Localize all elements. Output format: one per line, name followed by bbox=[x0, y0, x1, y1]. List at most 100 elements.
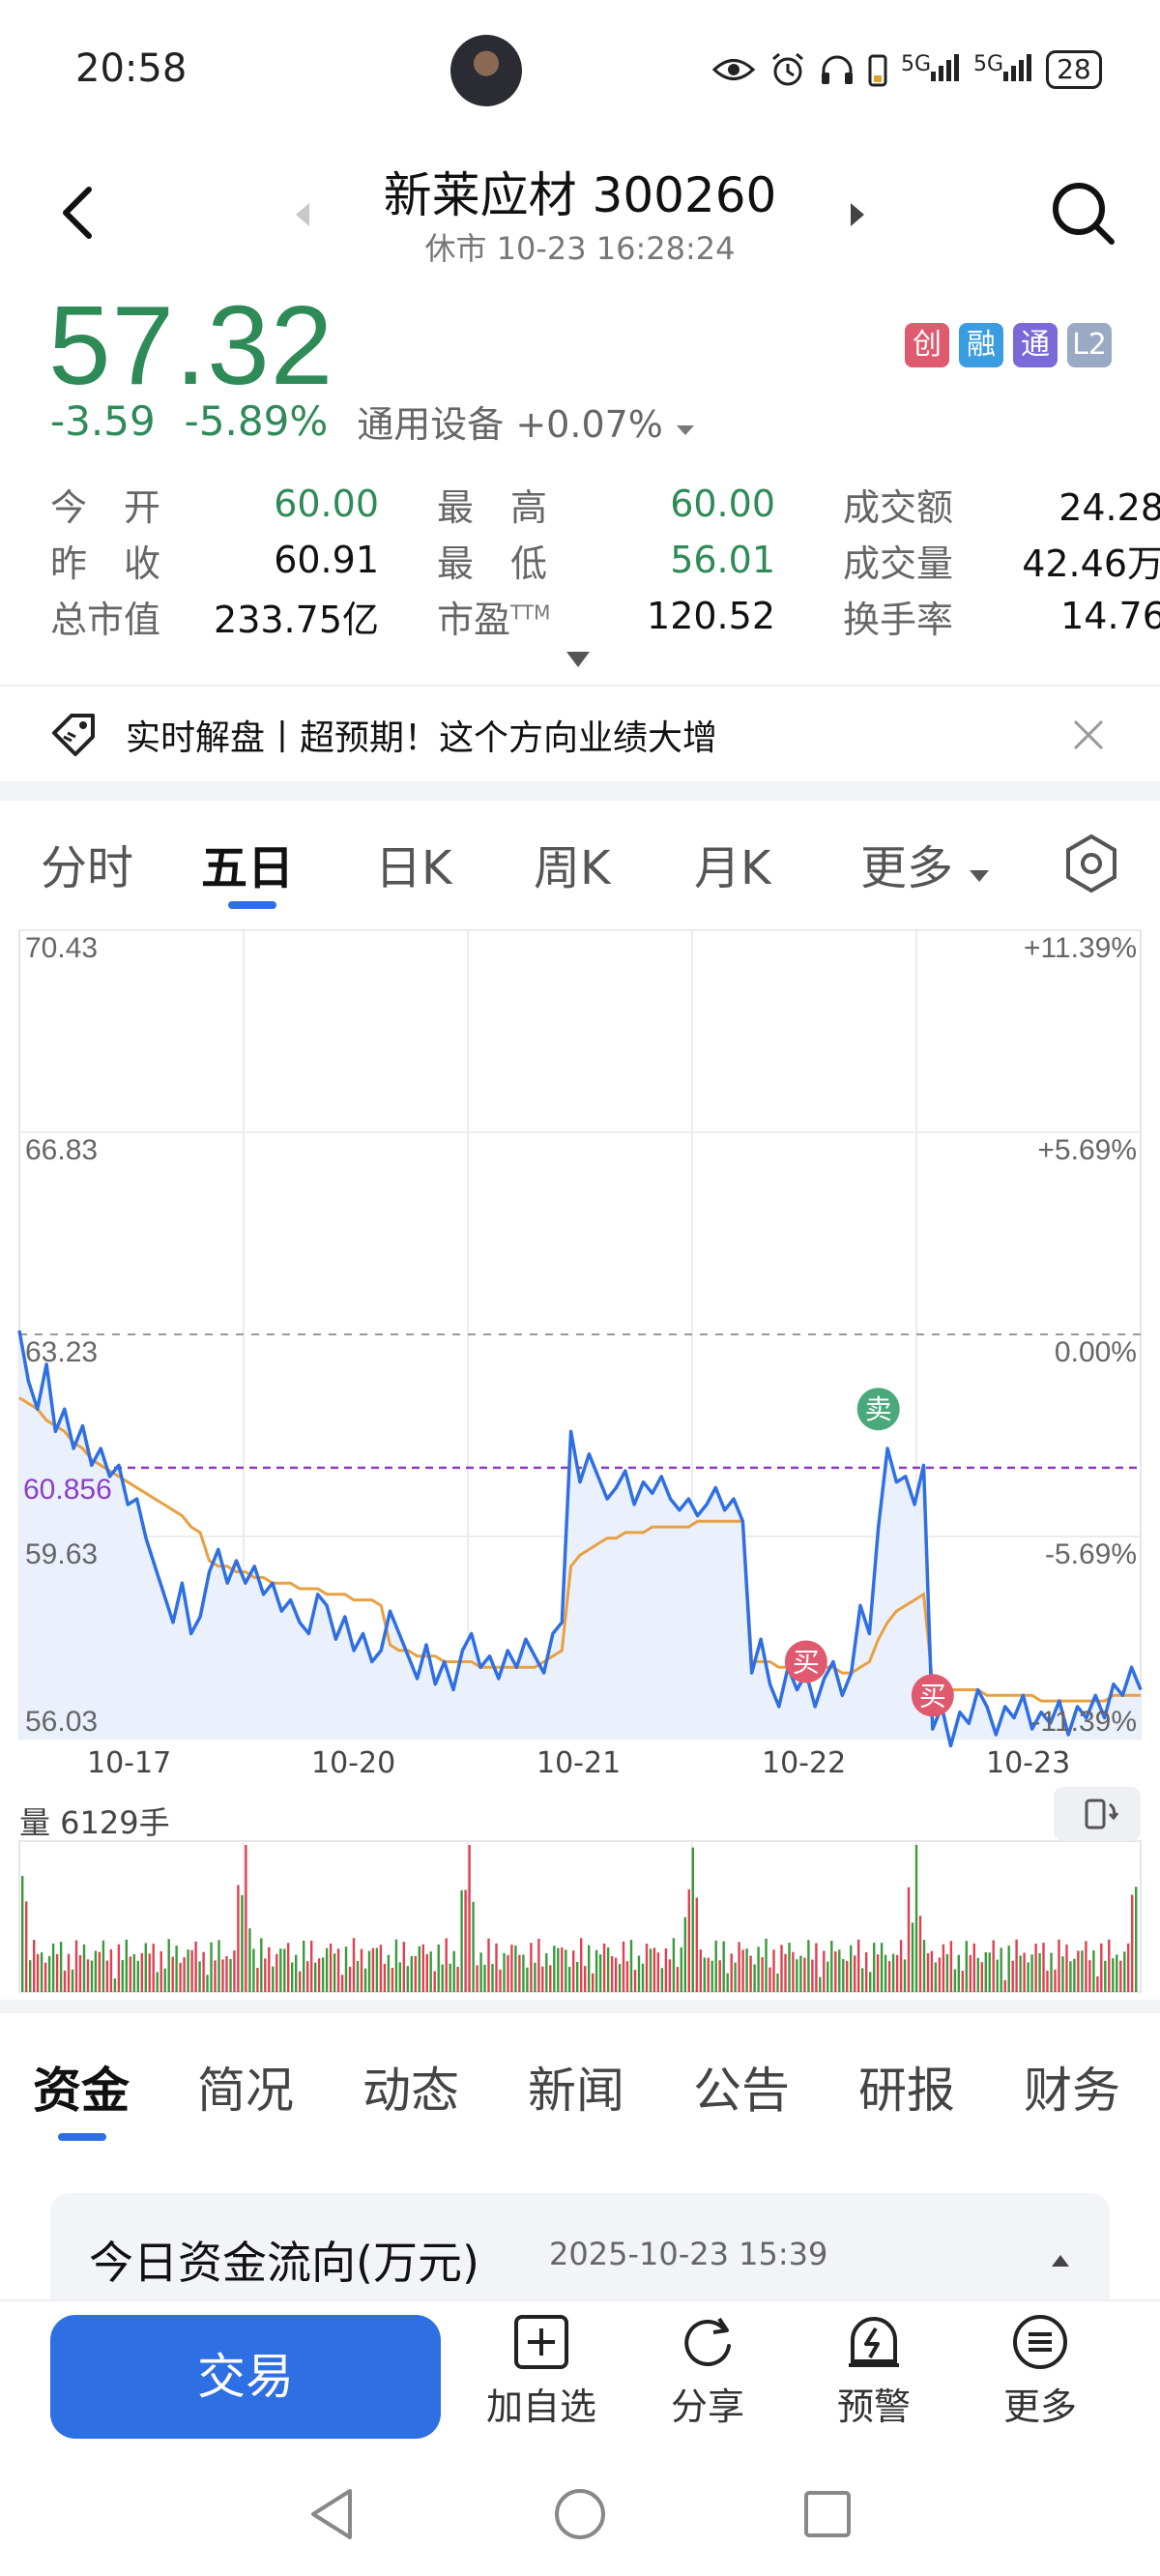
tab-overview[interactable]: 简况 bbox=[197, 2052, 294, 2122]
volume-bar bbox=[25, 1901, 28, 1992]
volume-bar bbox=[672, 1938, 676, 1992]
status-time: 20:58 bbox=[75, 46, 188, 91]
share-button[interactable]: 分享 bbox=[640, 2311, 775, 2430]
tab-research[interactable]: 研报 bbox=[858, 2052, 955, 2122]
volume-bar bbox=[584, 1966, 587, 1992]
volume-bar bbox=[961, 1971, 964, 1992]
nav-recents-icon[interactable] bbox=[802, 2489, 853, 2539]
volume-bar bbox=[421, 1944, 424, 1992]
volume-bar bbox=[229, 1959, 232, 1992]
volume-bar bbox=[121, 1960, 124, 1992]
volume-bar bbox=[714, 1940, 717, 1992]
y-pct-tick-label: -11.39% bbox=[1030, 1706, 1137, 1738]
volume-bar bbox=[557, 1947, 560, 1992]
badge-chuang[interactable]: 创 bbox=[905, 323, 949, 367]
volume-bar bbox=[94, 1950, 98, 1992]
stat-label: 最 高 bbox=[437, 485, 548, 529]
volume-bar bbox=[248, 1928, 251, 1992]
tab-more[interactable]: 更多 bbox=[860, 830, 991, 897]
volume-bar bbox=[1085, 1941, 1088, 1992]
next-stock-icon[interactable] bbox=[843, 195, 872, 234]
more-button[interactable]: 更多 bbox=[972, 2311, 1108, 2430]
volume-bar bbox=[1092, 1950, 1095, 1992]
badge-rong[interactable]: 融 bbox=[959, 323, 1003, 367]
five-day-chart[interactable]: 卖买买70.4366.8363.2359.6356.03+11.39%+5.69… bbox=[0, 919, 1160, 2002]
stock-title: 新莱应材 300260 bbox=[383, 167, 777, 223]
volume-bar bbox=[468, 1845, 471, 1992]
stat-value: 14.76% bbox=[1060, 595, 1160, 637]
volume-bar bbox=[850, 1945, 853, 1992]
volume-bar bbox=[568, 1967, 571, 1992]
y-tick-label: 66.83 bbox=[25, 1134, 98, 1166]
tab-more-label: 更多 bbox=[860, 841, 954, 895]
back-icon[interactable] bbox=[48, 174, 106, 251]
news-banner[interactable]: 实时解盘丨超预期！这个方向业绩大增 bbox=[0, 685, 1160, 781]
volume-bar bbox=[387, 1954, 391, 1992]
volume-bar bbox=[561, 1947, 564, 1992]
nav-home-icon[interactable] bbox=[553, 2487, 607, 2541]
volume-bar bbox=[499, 1969, 502, 1992]
volume-bar bbox=[336, 1948, 340, 1992]
trade-button[interactable]: 交易 bbox=[50, 2315, 441, 2439]
volume-bar bbox=[969, 1954, 972, 1992]
tab-five-day[interactable]: 五日 bbox=[201, 830, 294, 897]
volume-bar bbox=[425, 1953, 428, 1992]
tab-funds[interactable]: 资金 bbox=[33, 2052, 130, 2122]
stat-label: 昨 收 bbox=[50, 542, 161, 585]
tab-announcements[interactable]: 公告 bbox=[693, 2052, 790, 2122]
tab-monthly-k[interactable]: 月K bbox=[694, 830, 770, 897]
system-nav-bar bbox=[0, 2444, 1160, 2576]
close-icon[interactable] bbox=[1071, 717, 1106, 752]
section-gap bbox=[0, 781, 1160, 801]
nav-back-icon[interactable] bbox=[305, 2485, 358, 2543]
volume-bar bbox=[287, 1943, 290, 1992]
volume-bar bbox=[656, 1952, 660, 1992]
alert-button[interactable]: 预警 bbox=[806, 2311, 942, 2430]
volume-bar bbox=[371, 1947, 375, 1992]
volume-bar bbox=[857, 1939, 860, 1992]
volume-bar bbox=[245, 1845, 247, 1992]
chevron-up-icon[interactable] bbox=[1050, 2253, 1071, 2269]
search-icon[interactable] bbox=[1044, 174, 1121, 251]
settings-icon[interactable] bbox=[1063, 834, 1119, 893]
volume-bar bbox=[179, 1962, 182, 1992]
volume-bar bbox=[1069, 1961, 1072, 1992]
volume-bar bbox=[784, 1953, 787, 1992]
volume-bar bbox=[854, 1955, 856, 1992]
add-watchlist-button[interactable]: 加自选 bbox=[474, 2311, 609, 2430]
volume-bar bbox=[757, 1947, 760, 1992]
tab-intraday[interactable]: 分时 bbox=[41, 830, 133, 897]
tab-updates[interactable]: 动态 bbox=[362, 2052, 459, 2122]
section-gap bbox=[0, 2000, 1160, 2013]
volume-bar bbox=[598, 1954, 602, 1992]
volume-bar bbox=[272, 1966, 275, 1992]
fund-flow-card[interactable]: 今日资金流向(万元) 2025-10-23 15:39 bbox=[50, 2193, 1110, 2309]
volume-bar bbox=[449, 1963, 451, 1992]
badge-tong[interactable]: 通 bbox=[1013, 323, 1058, 367]
volume-bar bbox=[398, 1962, 401, 1992]
volume-bar bbox=[36, 1953, 40, 1992]
volume-bar bbox=[321, 1957, 325, 1992]
volume-bar bbox=[707, 1957, 710, 1992]
volume-bar bbox=[965, 1941, 968, 1992]
badge-l2[interactable]: L2 bbox=[1067, 323, 1112, 367]
stats-grid: 今 开 60.00 最 高 60.00 成交额 24.28亿昨 收 60.91 最 低 56.0… bbox=[50, 476, 1160, 644]
volume-bar bbox=[418, 1946, 420, 1992]
volume-bar bbox=[880, 1943, 884, 1992]
tab-financials[interactable]: 财务 bbox=[1024, 2052, 1120, 2122]
volume-bar bbox=[842, 1958, 845, 1992]
rotate-screen-button[interactable] bbox=[1054, 1787, 1141, 1841]
x-tick-label: 10-23 bbox=[986, 1746, 1071, 1780]
active-tab-indicator bbox=[228, 901, 276, 909]
expand-stats-icon[interactable] bbox=[565, 650, 592, 669]
sector-link[interactable]: 通用设备 +0.07% bbox=[357, 395, 696, 448]
tab-news[interactable]: 新闻 bbox=[528, 2052, 624, 2122]
volume-bar bbox=[722, 1941, 725, 1992]
cost-line-label: 60.856 bbox=[23, 1474, 112, 1506]
tab-weekly-k[interactable]: 周K bbox=[534, 830, 610, 897]
tab-daily-k[interactable]: 日K bbox=[375, 830, 451, 897]
volume-bar bbox=[625, 1961, 629, 1992]
volume-bar bbox=[460, 1889, 463, 1992]
volume-bar bbox=[788, 1943, 791, 1992]
volume-bar bbox=[914, 1845, 918, 1992]
